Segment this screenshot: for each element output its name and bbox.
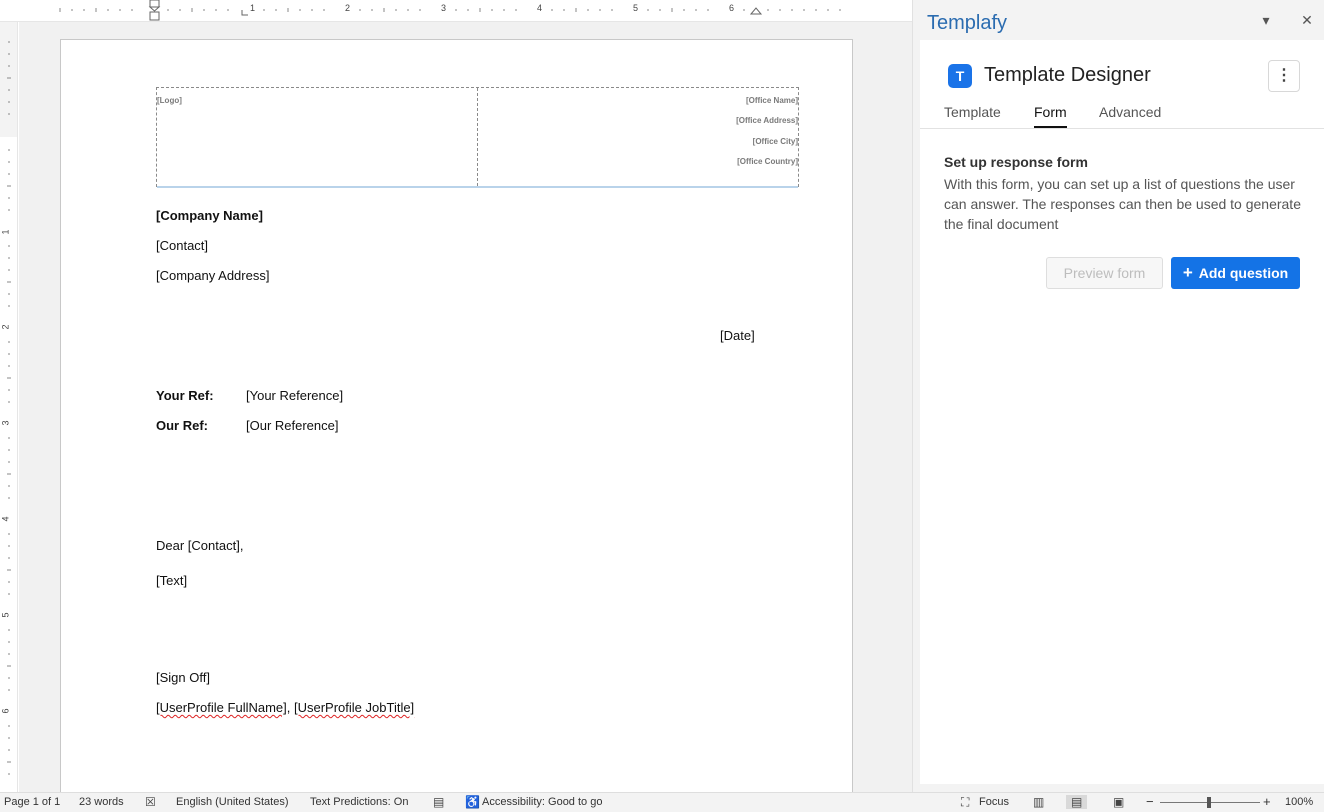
print-layout-icon[interactable]: ▤ [1066, 795, 1088, 809]
text-predictions[interactable]: Text Predictions: On [310, 796, 408, 808]
section-description: With this form, you can set up a list of… [944, 176, 1301, 232]
panel-body: T Template Designer ⋮ Template Form Adva… [920, 40, 1324, 784]
ruler-number: 5 [0, 612, 11, 618]
ruler-ticks [59, 0, 841, 21]
ruler-number: 3 [0, 420, 11, 426]
language[interactable]: English (United States) [176, 796, 289, 808]
ruler-ticks-vertical [0, 22, 17, 775]
ruler-number: 1 [0, 229, 11, 235]
zoom-level[interactable]: 100% [1285, 796, 1313, 808]
ruler-number: 2 [345, 3, 351, 13]
web-layout-icon[interactable]: ▣ [1113, 795, 1124, 809]
preview-form-button[interactable]: Preview form [1046, 257, 1163, 289]
sign-off[interactable]: [Sign Off] [156, 670, 210, 685]
table-divider [477, 88, 478, 186]
logo-placeholder[interactable]: [Logo] [157, 96, 182, 105]
read-mode-icon[interactable]: ▥ [1033, 795, 1044, 809]
ruler-number: 6 [0, 708, 11, 714]
close-icon[interactable]: ✕ [1299, 12, 1315, 28]
office-name[interactable]: [Office Name] [746, 96, 798, 105]
company-address[interactable]: [Company Address] [156, 268, 269, 283]
vertical-ruler[interactable]: 1 2 3 4 5 6 [0, 22, 18, 792]
office-city[interactable]: [Office City] [753, 137, 798, 146]
section-title: Set up response form [944, 154, 1088, 170]
office-country[interactable]: [Office Country] [737, 157, 798, 166]
our-ref-value[interactable]: [Our Reference] [246, 418, 339, 433]
zoom-out-icon[interactable]: − [1146, 794, 1154, 809]
status-bar: Page 1 of 1 23 words ☒ English (United S… [0, 792, 1324, 812]
zoom-in-icon[interactable]: + [1263, 794, 1271, 809]
word-window: 1 2 3 4 5 6 1 2 3 4 5 6 [Logo] [Office N… [0, 0, 1324, 812]
tab-advanced[interactable]: Advanced [1099, 104, 1161, 126]
ruler-number: 4 [537, 3, 543, 13]
macro-icon[interactable]: ▤ [433, 795, 444, 809]
horizontal-ruler[interactable]: 1 2 3 4 5 6 [0, 0, 912, 22]
proofing-icon[interactable]: ☒ [145, 795, 156, 809]
your-ref-value[interactable]: [Your Reference] [246, 388, 343, 403]
ruler-number: 4 [0, 516, 11, 522]
office-address[interactable]: [Office Address] [736, 116, 798, 125]
panel-title: Templafy [927, 12, 1008, 34]
plus-icon: + [1182, 263, 1193, 282]
greeting[interactable]: Dear [Contact], [156, 538, 243, 553]
signature-line[interactable]: [UserProfile FullName], [UserProfile Job… [156, 700, 414, 715]
our-ref-label: Our Ref: [156, 418, 208, 433]
templafy-panel: Templafy ▾ ✕ T Template Designer ⋮ Templ… [912, 0, 1324, 792]
accessibility-status[interactable]: Accessibility: Good to go [482, 796, 602, 808]
accessibility-icon[interactable]: ♿ [465, 795, 480, 809]
company-name[interactable]: [Company Name] [156, 208, 263, 223]
contact[interactable]: [Contact] [156, 238, 208, 253]
add-question-button[interactable]: + Add question [1171, 257, 1300, 289]
ruler-number: 3 [441, 3, 447, 13]
your-ref-label: Your Ref: [156, 388, 214, 403]
tab-form[interactable]: Form [1034, 104, 1067, 128]
ruler-number: 6 [729, 3, 735, 13]
ruler-number: 1 [250, 3, 256, 13]
header-rule [157, 186, 798, 188]
add-question-label: Add question [1198, 265, 1289, 281]
designer-title: Template Designer [984, 64, 1151, 86]
focus-label[interactable]: Focus [979, 796, 1009, 808]
page-count[interactable]: Page 1 of 1 [4, 796, 60, 808]
document-canvas[interactable]: [Logo] [Office Name] [Office Address] [O… [19, 22, 912, 792]
signature-separator: , [286, 700, 294, 715]
tab-bar: Template Form Advanced [920, 102, 1324, 129]
more-options-icon[interactable]: ⋮ [1268, 60, 1300, 92]
signature-name: [UserProfile FullName] [156, 700, 287, 715]
ruler-number: 2 [0, 324, 11, 330]
word-count[interactable]: 23 words [79, 796, 124, 808]
letterhead-table[interactable]: [Logo] [Office Name] [Office Address] [O… [156, 87, 799, 188]
tab-template[interactable]: Template [944, 104, 1001, 126]
document-page[interactable]: [Logo] [Office Name] [Office Address] [O… [60, 39, 853, 792]
date[interactable]: [Date] [720, 328, 755, 343]
body-text[interactable]: [Text] [156, 573, 187, 588]
chevron-down-icon[interactable]: ▾ [1258, 12, 1274, 28]
panel-header: Templafy ▾ ✕ [913, 0, 1324, 40]
zoom-slider-thumb[interactable] [1207, 797, 1211, 808]
signature-title: [UserProfile JobTitle] [294, 700, 415, 715]
ruler-number: 5 [633, 3, 639, 13]
focus-icon[interactable]: ⛶ [961, 795, 969, 810]
templafy-logo-icon: T [948, 64, 972, 88]
